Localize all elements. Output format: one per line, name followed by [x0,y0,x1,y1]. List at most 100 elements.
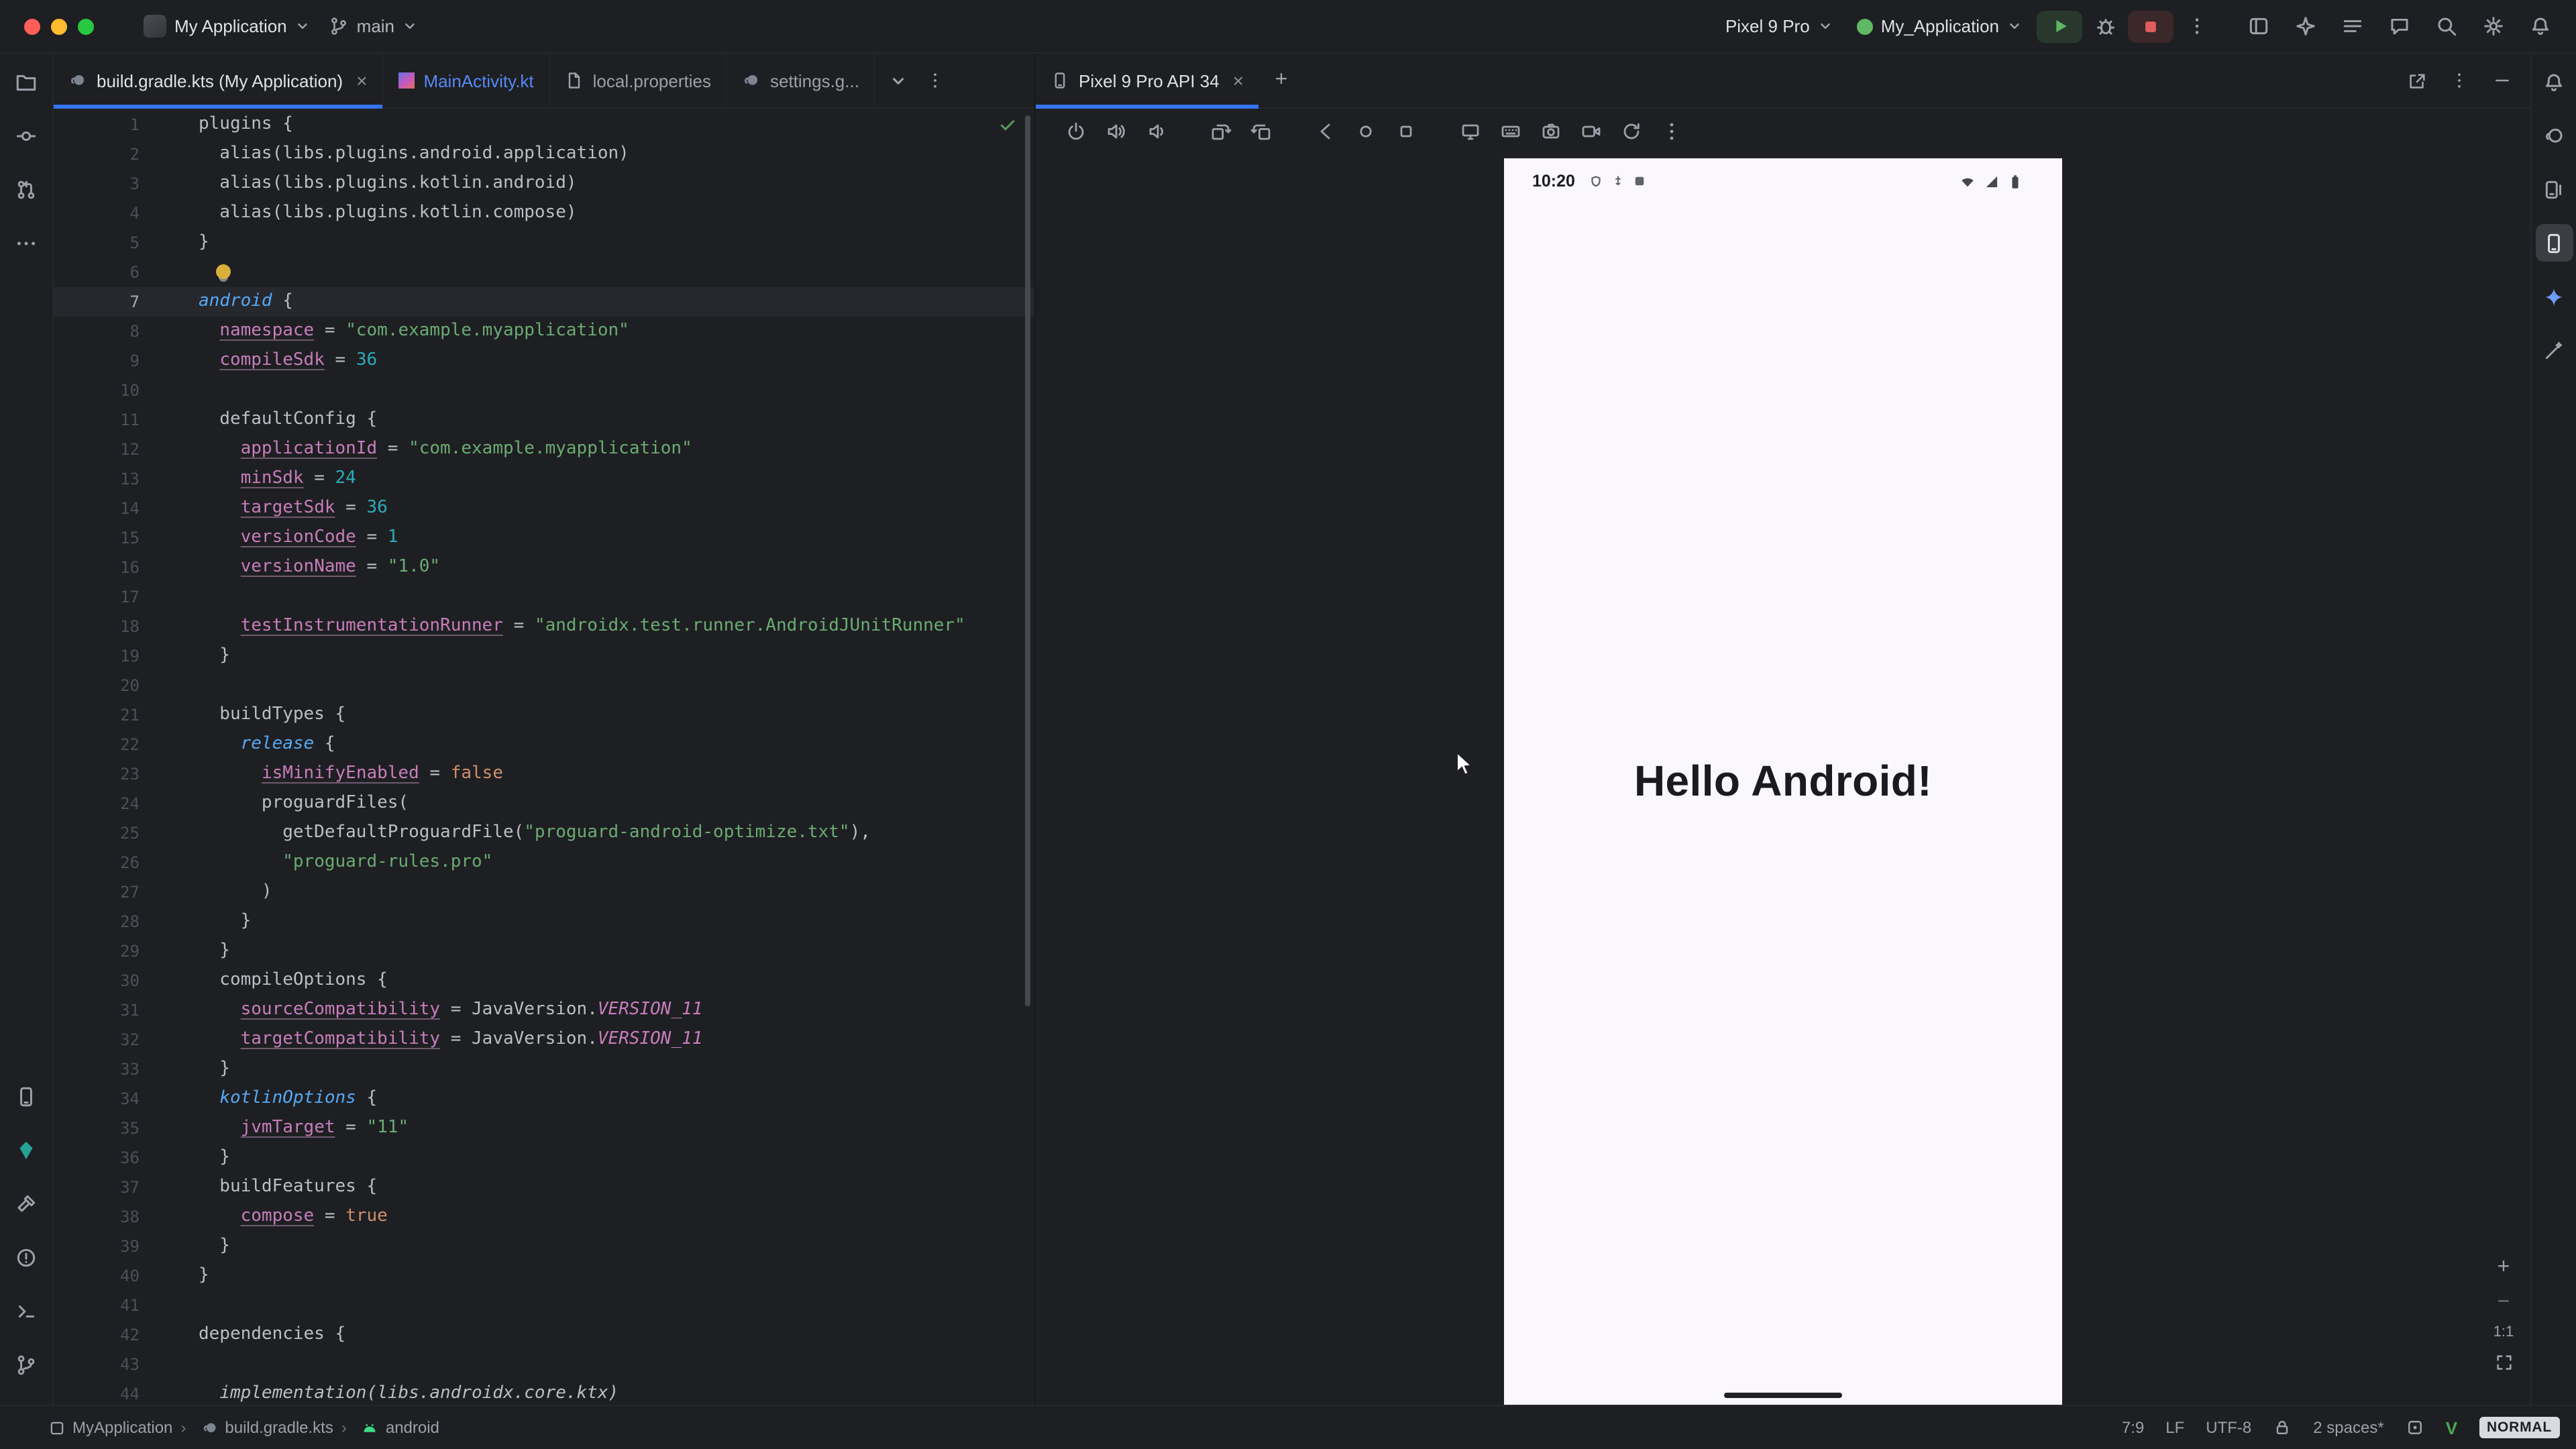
code-line[interactable]: 30 compileOptions { [54,966,1034,996]
file-encoding[interactable]: UTF-8 [2206,1418,2251,1437]
line-number[interactable]: 4 [54,199,140,228]
line-number[interactable]: 24 [54,789,140,818]
code-line[interactable]: 22 release { [54,730,1034,759]
line-number[interactable]: 21 [54,700,140,730]
line-number[interactable]: 39 [54,1232,140,1261]
line-number[interactable]: 8 [54,317,140,346]
power-button-icon[interactable] [1063,118,1089,145]
line-number[interactable]: 26 [54,848,140,877]
code-line[interactable]: 23 isMinifyEnabled = false [54,759,1034,789]
assistant-icon[interactable] [2535,331,2573,369]
line-number[interactable]: 31 [54,996,140,1025]
notifications-bell-icon[interactable] [2520,9,2560,44]
code-line[interactable]: 32 targetCompatibility = JavaVersion.VER… [54,1025,1034,1055]
notifications-icon[interactable] [2535,63,2573,101]
device-reset-icon[interactable] [1618,118,1645,145]
run-button[interactable] [2037,10,2082,42]
line-number[interactable]: 34 [54,1084,140,1114]
code-line[interactable]: 5} [54,228,1034,258]
breadcrumb-module[interactable]: MyApplication [48,1418,172,1437]
ai-assistant-icon[interactable] [2285,9,2325,44]
code-line[interactable]: 6 [54,258,1034,287]
line-number[interactable]: 32 [54,1025,140,1055]
logcat-gem-icon[interactable] [7,1131,45,1169]
code-line[interactable]: 44 implementation(libs.androidx.core.ktx… [54,1379,1034,1405]
pull-requests-icon[interactable] [7,170,45,208]
line-number[interactable]: 19 [54,641,140,671]
code-line[interactable]: 42dependencies { [54,1320,1034,1350]
line-number[interactable]: 33 [54,1055,140,1084]
more-tool-windows-icon[interactable] [7,224,45,262]
external-display-icon[interactable] [1457,118,1484,145]
code-line[interactable]: 26 "proguard-rules.pro" [54,848,1034,877]
code-editor[interactable]: 1plugins {2 alias(libs.plugins.android.a… [54,109,1034,1405]
line-number[interactable]: 44 [54,1379,140,1405]
code-line[interactable]: 37 buildFeatures { [54,1173,1034,1202]
volume-up-icon[interactable] [1103,118,1130,145]
ideavim-icon[interactable]: V [2446,1417,2457,1438]
line-number[interactable]: 2 [54,140,140,169]
code-line[interactable]: 4 alias(libs.plugins.kotlin.compose) [54,199,1034,228]
zoom-out-button[interactable]: − [2490,1289,2517,1316]
minimize-window-button[interactable] [51,18,67,34]
cursor-position[interactable]: 7:9 [2122,1418,2144,1437]
line-number[interactable]: 41 [54,1291,140,1320]
breadcrumb-block[interactable]: android [341,1418,439,1437]
code-line[interactable]: 41 [54,1291,1034,1320]
code-line[interactable]: 36 } [54,1143,1034,1173]
code-line[interactable]: 43 [54,1350,1034,1379]
line-number[interactable]: 29 [54,936,140,966]
home-button-icon[interactable] [1352,118,1379,145]
hardware-input-icon[interactable] [1497,118,1524,145]
project-selector[interactable]: My Application [134,9,319,43]
line-number[interactable]: 30 [54,966,140,996]
line-number[interactable]: 13 [54,464,140,494]
device-manager-icon[interactable] [2535,170,2573,208]
build-hammer-icon[interactable] [7,1185,45,1222]
chat-icon[interactable] [2379,9,2419,44]
device-tab[interactable]: Pixel 9 Pro API 34 × [1036,54,1258,107]
code-line[interactable]: 12 applicationId = "com.example.myapplic… [54,435,1034,464]
zoom-window-button[interactable] [78,18,94,34]
zoom-to-fit-icon[interactable] [2490,1348,2517,1375]
rotate-left-icon[interactable] [1208,118,1234,145]
project-folder-icon[interactable] [7,63,45,101]
code-line[interactable]: 40} [54,1261,1034,1291]
code-line[interactable]: 34 kotlinOptions { [54,1084,1034,1114]
code-line[interactable]: 10 [54,376,1034,405]
line-number[interactable]: 6 [54,258,140,287]
code-line[interactable]: 8 namespace = "com.example.myapplication… [54,317,1034,346]
line-number[interactable]: 16 [54,553,140,582]
line-number[interactable]: 35 [54,1114,140,1143]
device-screen[interactable]: 10:20 Hello Android! [1504,158,2062,1405]
code-line[interactable]: 1plugins { [54,110,1034,140]
running-devices-icon[interactable] [2535,224,2573,262]
tab-local-properties[interactable]: local.properties [550,54,727,107]
device-more-options-icon[interactable] [1658,118,1685,145]
code-line[interactable]: 33 } [54,1055,1034,1084]
line-number[interactable]: 9 [54,346,140,376]
code-line[interactable]: 24 proguardFiles( [54,789,1034,818]
gesture-navigation-bar[interactable] [1724,1393,1842,1398]
code-line[interactable]: 29 } [54,936,1034,966]
line-number[interactable]: 1 [54,110,140,140]
volume-down-icon[interactable] [1143,118,1170,145]
device-selector[interactable]: Pixel 9 Pro [1716,11,1842,42]
inspections-status-icon[interactable] [998,115,1017,140]
close-device-tab-icon[interactable]: × [1233,71,1244,90]
code-line[interactable]: 18 testInstrumentationRunner = "androidx… [54,612,1034,641]
code-line[interactable]: 28 } [54,907,1034,936]
tab-settings-gradle[interactable]: settings.g... [727,54,875,107]
line-number[interactable]: 38 [54,1202,140,1232]
line-number[interactable]: 25 [54,818,140,848]
version-control-icon[interactable] [7,1346,45,1383]
back-button-icon[interactable] [1312,118,1339,145]
editor-scrollbar[interactable] [1025,115,1030,1006]
line-number[interactable]: 36 [54,1143,140,1173]
code-line[interactable]: 25 getDefaultProguardFile("proguard-andr… [54,818,1034,848]
terminal-icon[interactable] [7,1292,45,1330]
commit-icon[interactable] [7,117,45,154]
line-number[interactable]: 12 [54,435,140,464]
add-device-tab-button[interactable]: + [1264,63,1299,98]
code-line[interactable]: 27 ) [54,877,1034,907]
